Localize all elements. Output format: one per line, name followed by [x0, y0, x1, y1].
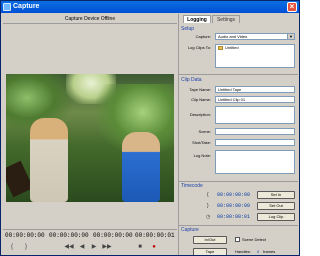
- window-title: Capture: [13, 3, 40, 10]
- shot-take-label: Shot/Take:: [192, 140, 211, 145]
- play-button[interactable]: ▶: [89, 244, 99, 251]
- close-button[interactable]: ×: [287, 2, 297, 12]
- setup-section-title: Setup: [181, 26, 195, 32]
- capture-window: Capture × Capture Device Offline 00:00:0…: [0, 0, 300, 256]
- capture-label: Capture:: [195, 34, 211, 39]
- in-timecode[interactable]: 00:00:00:00: [49, 232, 89, 239]
- transport-controls: { } ◀◀ ◀ ▶ ▶▶ ■ ●: [3, 244, 177, 254]
- set-out-point-button[interactable]: }: [21, 244, 31, 251]
- log-note-label: Log Note:: [193, 153, 211, 158]
- current-timecode[interactable]: 00:00:00:00: [5, 232, 45, 239]
- description-label: Description:: [189, 112, 211, 117]
- timecode-row: 00:00:00:00 00:00:00:00 00:00:00:00 00:0…: [3, 232, 177, 240]
- in-point-timecode[interactable]: 00:00:00:00: [217, 192, 250, 198]
- handles-value[interactable]: 0: [257, 249, 259, 254]
- chevron-down-icon: ▼: [287, 34, 294, 39]
- clip-data-section-title: Clip Data: [181, 77, 202, 83]
- fast-forward-button[interactable]: ▶▶: [101, 244, 113, 251]
- set-in-point-button[interactable]: {: [7, 244, 17, 251]
- title-bar[interactable]: Capture ×: [1, 1, 299, 13]
- duration-timecode[interactable]: 00:00:00:01: [135, 232, 175, 239]
- duration-icon: ◷: [206, 214, 211, 220]
- scene-detect-checkbox[interactable]: [235, 237, 240, 242]
- stop-button[interactable]: ■: [135, 244, 145, 251]
- log-clip-button[interactable]: Log Clip: [257, 213, 295, 221]
- device-status: Capture Device Offline: [64, 16, 116, 22]
- scene-detect-label: Scene Detect: [242, 237, 267, 242]
- scene-label: Scene:: [198, 129, 211, 134]
- record-button[interactable]: ●: [149, 244, 159, 251]
- app-icon: [3, 3, 11, 11]
- video-preview: [6, 74, 174, 202]
- setup-divider: [179, 74, 298, 75]
- set-out-button[interactable]: Set Out: [257, 202, 295, 210]
- handles-unit: frames: [263, 249, 276, 254]
- out-point-icon: }: [207, 203, 209, 209]
- folder-icon: [218, 45, 223, 50]
- duration-timecode-value[interactable]: 00:00:00:01: [217, 214, 250, 220]
- handles-label: Handles:: [235, 249, 251, 254]
- preview-panel: Capture Device Offline 00:00:00:00 00:00…: [3, 14, 177, 255]
- log-clips-to-list[interactable]: Untitled: [215, 44, 295, 68]
- tab-logging[interactable]: Logging: [183, 15, 211, 23]
- capture-select-value: Audio and Video: [218, 34, 248, 39]
- tab-settings[interactable]: Settings: [212, 15, 240, 23]
- log-clips-to-value: Untitled: [225, 45, 239, 50]
- rewind-button[interactable]: ◀◀: [63, 244, 75, 251]
- video-person-left: [30, 118, 68, 202]
- out-timecode[interactable]: 00:00:00:00: [93, 232, 133, 239]
- timecode-section-title: Timecode: [181, 183, 203, 189]
- log-clips-to-label: Log Clips To:: [187, 45, 211, 50]
- video-person-right: [122, 132, 160, 202]
- out-point-timecode[interactable]: 00:00:00:00: [217, 203, 250, 209]
- shot-take-input[interactable]: [215, 139, 295, 146]
- capture-tape-button[interactable]: Tape: [193, 248, 227, 255]
- description-input[interactable]: [215, 106, 295, 124]
- status-strip: Capture Device Offline: [3, 14, 177, 24]
- logging-panel: Logging Settings Setup Capture: Audio an…: [178, 14, 299, 255]
- preview-divider: [3, 229, 177, 230]
- log-note-input[interactable]: [215, 150, 295, 174]
- step-back-button[interactable]: ◀: [77, 244, 87, 251]
- clip-name-label: Clip Name:: [191, 97, 211, 102]
- capture-select[interactable]: Audio and Video ▼: [215, 33, 295, 40]
- clip-data-divider: [179, 181, 298, 182]
- capture-in-out-button[interactable]: In/Out: [193, 236, 227, 244]
- clip-name-input[interactable]: Untitled Clip 01: [215, 96, 295, 103]
- capture-section-title: Capture: [181, 227, 199, 233]
- set-in-button[interactable]: Set In: [257, 191, 295, 199]
- tape-name-label: Tape Name:: [189, 87, 211, 92]
- tape-name-input[interactable]: Untitled Tape: [215, 86, 295, 93]
- timecode-divider: [179, 225, 298, 226]
- in-point-icon: {: [207, 192, 209, 198]
- scene-input[interactable]: [215, 128, 295, 135]
